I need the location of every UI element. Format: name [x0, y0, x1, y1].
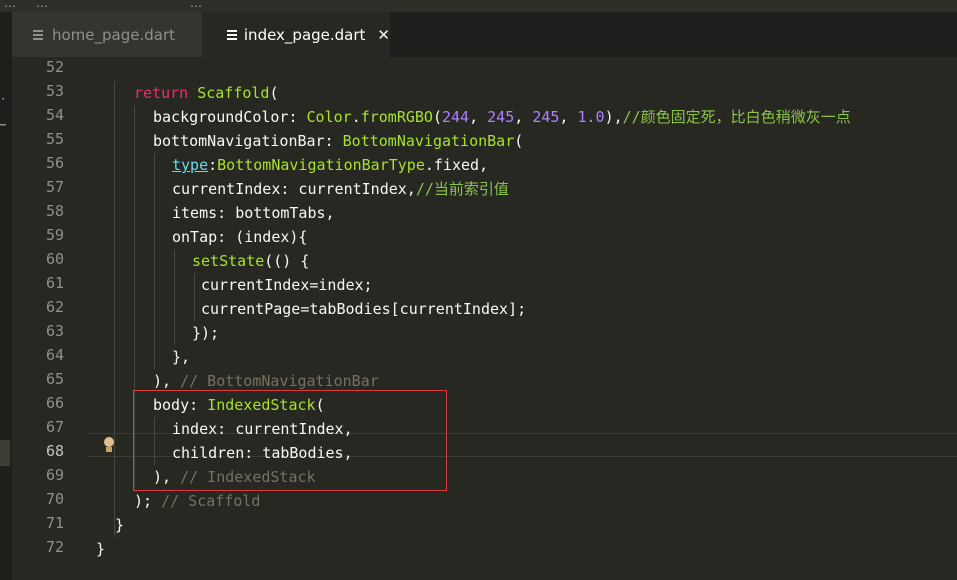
code-line-61: currentIndex=index; [201, 276, 373, 294]
tab-index-page[interactable]: index_page.dart ✕ [202, 12, 390, 57]
indent-guide [194, 273, 195, 321]
title-fragment: … [4, 0, 16, 10]
line-number: 66 [45, 394, 64, 412]
code-line-72: } [96, 540, 106, 558]
code-line-64: }, [172, 348, 191, 366]
strip-dots-icon: ⋯ [0, 120, 7, 131]
line-number: 56 [45, 154, 64, 172]
tab-home-page[interactable]: home_page.dart [12, 12, 202, 57]
line-number: 52 [45, 58, 64, 76]
file-lines-icon [32, 29, 44, 41]
code-line-59: onTap: (index){ [172, 228, 308, 246]
line-number: 67 [45, 418, 64, 436]
indent-guide [154, 417, 155, 465]
code-line-70: ); // Scaffold [134, 492, 261, 510]
line-number: 63 [45, 322, 64, 340]
title-fragment: … [190, 0, 202, 10]
window-titlebar: … … … [0, 0, 957, 12]
code-line-63: }); [192, 324, 220, 342]
code-line-69: ), // IndexedStack [153, 468, 316, 486]
line-number: 70 [45, 490, 64, 508]
line-number: 54 [45, 106, 64, 124]
code-line-67: index: currentIndex, [172, 420, 353, 438]
indent-guide [114, 81, 115, 537]
code-line-66: body: IndexedStack( [153, 396, 325, 414]
code-line-60: setState(() { [192, 252, 310, 270]
line-number: 64 [45, 346, 64, 364]
code-line-57: currentIndex: currentIndex,//当前索引值 [172, 180, 509, 198]
line-number: 71 [45, 514, 64, 532]
line-number: 68 [45, 442, 64, 460]
strip-selection [0, 440, 10, 466]
code-line-55: bottomNavigationBar: BottomNavigationBar… [153, 132, 524, 150]
code-line-62: currentPage=tabBodies[currentIndex]; [201, 300, 527, 318]
indent-guide [154, 153, 155, 369]
indent-guide [134, 105, 135, 489]
code-line-65: ), // BottomNavigationBar [153, 372, 379, 390]
code-line-56: type:BottomNavigationBarType.fixed, [172, 156, 489, 174]
line-number: 53 [45, 82, 64, 100]
line-number: 72 [45, 538, 64, 556]
line-number: 61 [45, 274, 64, 292]
line-number: 58 [45, 202, 64, 220]
code-line-53: return Scaffold( [134, 84, 279, 102]
title-fragment: … [36, 0, 48, 10]
line-number: 55 [45, 130, 64, 148]
code-line-68: children: tabBodies, [172, 444, 353, 462]
line-number: 60 [45, 250, 64, 268]
line-number: 59 [45, 226, 64, 244]
tab-label: index_page.dart [243, 25, 366, 44]
line-number: 57 [45, 178, 64, 196]
line-number: 65 [45, 370, 64, 388]
activity-strip: · ⋯ [0, 57, 12, 580]
file-lines-icon [226, 29, 237, 41]
line-number: 62 [45, 298, 64, 316]
editor-tab-bar: home_page.dart index_page.dart ✕ [0, 12, 957, 57]
strip-dot-icon: · [0, 94, 7, 105]
tab-label: home_page.dart [52, 25, 176, 44]
code-line-58: items: bottomTabs, [172, 204, 335, 222]
indent-guide [174, 249, 175, 345]
code-editor[interactable]: 52 53 54 55 56 57 58 59 60 61 62 63 64 65 66 67 68 69 70 71… [12, 57, 957, 580]
line-number: 69 [45, 466, 64, 484]
code-line-54: backgroundColor: Color.fromRGBO(244, 245… [153, 108, 851, 126]
close-icon[interactable]: ✕ [377, 26, 390, 44]
code-line-71: } [115, 516, 125, 534]
